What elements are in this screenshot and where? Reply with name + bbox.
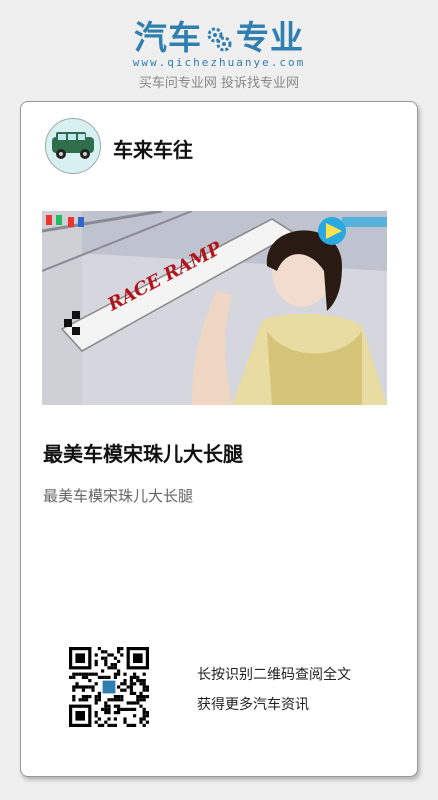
article-title[interactable]: 最美车模宋珠儿大长腿 <box>43 438 243 467</box>
car-avatar-icon <box>52 132 94 159</box>
qr-code-graphic <box>69 647 149 727</box>
account-avatar[interactable] <box>45 118 101 174</box>
cover-illustration: RACE RAMP <box>42 211 387 405</box>
qr-subtext: 获得更多汽车资讯 <box>197 697 309 713</box>
logo-text-right: 专业 <box>236 18 304 57</box>
site-logo[interactable]: 汽车 专业 <box>0 18 438 58</box>
site-domain: www.qichezhuanye.com <box>132 56 306 69</box>
article-summary: 最美车模宋珠儿大长腿 <box>43 487 194 505</box>
qr-code[interactable] <box>69 647 149 727</box>
article-cover-image[interactable]: RACE RAMP <box>42 211 387 405</box>
gear-icon <box>207 27 232 52</box>
site-tagline: 买车问专业网 投诉找专业网 <box>138 76 300 91</box>
qr-instruction-text: 长按识别二维码查阅全文 <box>197 667 351 683</box>
account-name[interactable]: 车来车往 <box>113 134 193 163</box>
logo-text-left: 汽车 <box>134 18 202 57</box>
site-header: 汽车 专业 www.qichezhuanye.com 买车问专业网 投诉找专业网 <box>0 0 438 100</box>
article-card[interactable]: 车来车往 RACE RAMP 最美车模宋珠儿大长腿 最美车模宋珠儿大长腿 长按识… <box>20 101 418 777</box>
